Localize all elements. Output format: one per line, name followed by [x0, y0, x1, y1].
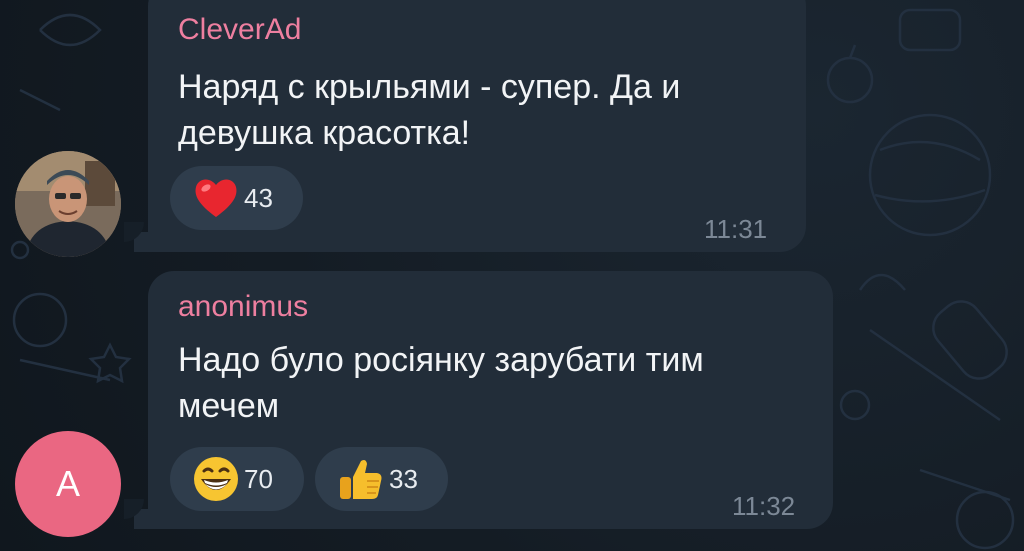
sender-name[interactable]: anonimus [178, 290, 308, 324]
reaction-grinning-face[interactable]: 70 [170, 447, 304, 511]
message-bubble[interactable]: CleverAd Наряд с крыльями - супер. Да и … [148, 0, 806, 252]
reaction-heart[interactable]: 43 [170, 166, 303, 230]
reaction-count: 33 [389, 463, 418, 494]
bubble-tail [124, 222, 154, 252]
reaction-count: 70 [244, 463, 273, 494]
message-text: Наряд с крыльями - супер. Да и девушка к… [178, 68, 681, 152]
heart-icon [195, 179, 237, 217]
avatar-initial: A [55, 463, 80, 504]
avatar[interactable]: A [15, 431, 121, 537]
avatar[interactable] [15, 151, 121, 257]
message-text: Надо було росіянку зарубати тим мечем [178, 341, 704, 425]
message-time: 11:32 [732, 491, 796, 521]
reaction-count: 43 [244, 182, 273, 213]
chat-screen: CleverAd Наряд с крыльями - супер. Да и … [0, 0, 1024, 551]
reaction-thumbs-up[interactable]: 33 [315, 447, 448, 511]
sender-name[interactable]: CleverAd [178, 13, 301, 47]
bubble-tail [124, 499, 154, 529]
thumbs-up-icon [340, 460, 382, 499]
grinning-face-icon [194, 457, 238, 501]
message-bubble[interactable]: anonimus Надо було росіянку зарубати тим… [148, 271, 833, 529]
message-time: 11:31 [704, 214, 768, 244]
user-photo-icon [15, 151, 121, 257]
